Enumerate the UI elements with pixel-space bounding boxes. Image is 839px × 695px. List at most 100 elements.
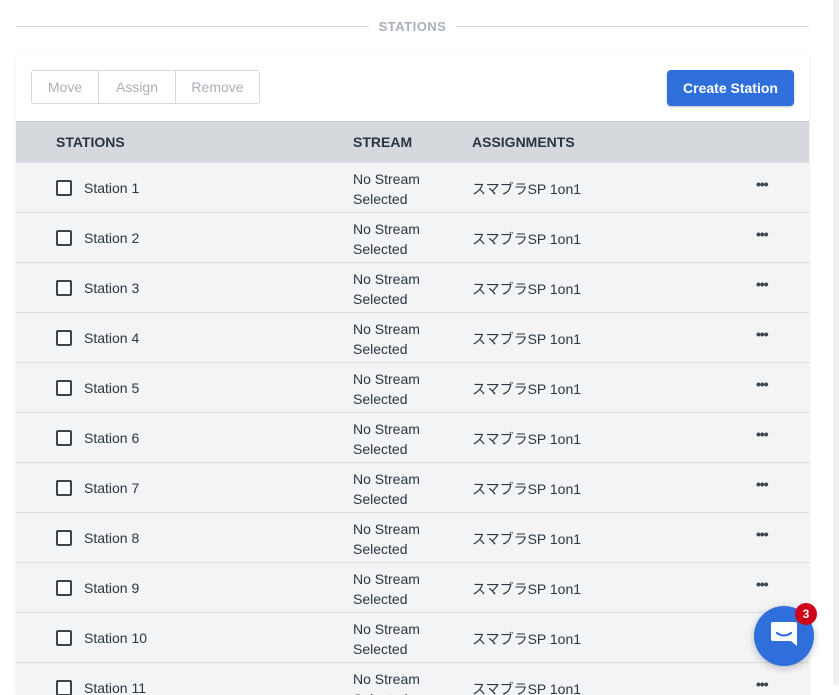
stream-status: No Stream Selected (353, 569, 443, 609)
stream-status-line1: No Stream (353, 671, 420, 687)
row-checkbox[interactable] (56, 580, 72, 596)
row-checkbox[interactable] (56, 430, 72, 446)
station-name: Station 1 (84, 180, 140, 196)
table-body: Station 1 No Stream Selected スマブラSP 1on1 •••… (16, 162, 809, 695)
row-checkbox[interactable] (56, 180, 72, 196)
more-options-icon[interactable]: ••• (756, 326, 769, 342)
stations-card: Move Assign Remove Create Station STATIO… (16, 55, 809, 695)
page-scrollbar[interactable] (833, 0, 839, 685)
more-options-icon[interactable]: ••• (756, 676, 769, 692)
station-name: Station 4 (84, 330, 140, 346)
stream-status-line2: Selected (353, 641, 408, 657)
row-checkbox[interactable] (56, 480, 72, 496)
assignment-label: スマブラSP 1on1 (472, 681, 582, 695)
station-name: Station 8 (84, 530, 140, 546)
stream-status: No Stream Selected (353, 519, 443, 559)
assignment-label: スマブラSP 1on1 (472, 231, 582, 247)
move-button[interactable]: Move (32, 71, 99, 103)
stream-status: No Stream Selected (353, 619, 443, 659)
stream-status-line2: Selected (353, 441, 408, 457)
row-checkbox[interactable] (56, 530, 72, 546)
stream-status: No Stream Selected (353, 269, 443, 309)
assignment-label: スマブラSP 1on1 (472, 631, 582, 647)
more-options-icon[interactable]: ••• (756, 476, 769, 492)
section-divider: STATIONS (16, 14, 810, 38)
table-row[interactable]: Station 3 No Stream Selected スマブラSP 1on1 ••• (16, 262, 809, 312)
stream-status-line2: Selected (353, 491, 408, 507)
assignment-label: スマブラSP 1on1 (472, 181, 582, 197)
more-options-icon[interactable]: ••• (756, 576, 769, 592)
stream-status-line1: No Stream (353, 371, 420, 387)
assignment-label: スマブラSP 1on1 (472, 381, 582, 397)
table-row[interactable]: Station 7 No Stream Selected スマブラSP 1on1 ••• (16, 462, 809, 512)
assignment-label: スマブラSP 1on1 (472, 281, 582, 297)
station-name: Station 5 (84, 380, 140, 396)
stream-status-line1: No Stream (353, 621, 420, 637)
row-checkbox[interactable] (56, 680, 72, 695)
assignment-label: スマブラSP 1on1 (472, 581, 582, 597)
stream-status: No Stream Selected (353, 319, 443, 359)
row-checkbox[interactable] (56, 630, 72, 646)
divider-line-right (456, 25, 810, 27)
divider-line-left (16, 25, 369, 27)
toolbar: Move Assign Remove Create Station (16, 55, 809, 121)
more-options-icon[interactable]: ••• (756, 376, 769, 392)
stream-status-line1: No Stream (353, 221, 420, 237)
table-row[interactable]: Station 9 No Stream Selected スマブラSP 1on1 ••• (16, 562, 809, 612)
chat-bubble-icon (769, 620, 799, 653)
station-name: Station 6 (84, 430, 140, 446)
table-row[interactable]: Station 2 No Stream Selected スマブラSP 1on1 ••• (16, 212, 809, 262)
more-options-icon[interactable]: ••• (756, 426, 769, 442)
station-name: Station 7 (84, 480, 140, 496)
table-row[interactable]: Station 8 No Stream Selected スマブラSP 1on1 ••• (16, 512, 809, 562)
stream-status-line1: No Stream (353, 171, 420, 187)
stream-status-line1: No Stream (353, 571, 420, 587)
more-options-icon[interactable]: ••• (756, 176, 769, 192)
stream-status-line1: No Stream (353, 471, 420, 487)
station-name: Station 9 (84, 580, 140, 596)
table-row[interactable]: Station 10No StreamSelectedスマブラSP 1on1••… (16, 612, 809, 662)
stream-status-line2: Selected (353, 341, 408, 357)
stream-status-line2: Selected (353, 689, 443, 695)
table-row[interactable]: Station 5 No Stream Selected スマブラSP 1on1 ••• (16, 362, 809, 412)
row-checkbox[interactable] (56, 330, 72, 346)
assignment-label: スマブラSP 1on1 (472, 431, 582, 447)
header-stream[interactable]: STREAM (353, 134, 412, 150)
row-checkbox[interactable] (56, 280, 72, 296)
assignment-label: スマブラSP 1on1 (472, 531, 582, 547)
row-checkbox[interactable] (56, 380, 72, 396)
stream-status-line2: Selected (353, 391, 408, 407)
header-assignments[interactable]: ASSIGNMENTS (472, 134, 575, 150)
stream-status: No Stream Selected (353, 219, 443, 259)
stream-status-line1: No Stream (353, 271, 420, 287)
station-name: Station 3 (84, 280, 140, 296)
bulk-action-group: Move Assign Remove (31, 70, 260, 104)
table-row[interactable]: Station 11 No Stream Selected スマブラSP 1on1 ••… (16, 662, 809, 695)
table-row[interactable]: Station 1 No Stream Selected スマブラSP 1on1 ••• (16, 162, 809, 212)
station-name: Station 2 (84, 230, 140, 246)
assignment-label: スマブラSP 1on1 (472, 331, 582, 347)
station-name: Station 10 (84, 630, 148, 646)
stream-status-line2: Selected (353, 191, 408, 207)
chat-notification-badge: 3 (795, 603, 817, 625)
stream-status: No Stream Selected (353, 469, 443, 509)
table-row[interactable]: Station 4 No Stream Selected スマブラSP 1on1 ••• (16, 312, 809, 362)
station-name: Station 11 (84, 680, 147, 695)
stream-status: No Stream Selected (353, 169, 443, 209)
stream-status-line1: No Stream (353, 421, 420, 437)
assign-button[interactable]: Assign (99, 71, 176, 103)
more-options-icon[interactable]: ••• (756, 226, 769, 242)
table-header: STATIONS STREAM ASSIGNMENTS (16, 121, 809, 162)
row-checkbox[interactable] (56, 230, 72, 246)
create-station-button[interactable]: Create Station (667, 70, 794, 106)
section-title: STATIONS (378, 18, 447, 34)
header-stations[interactable]: STATIONS (56, 134, 125, 150)
stream-status-line1: No Stream (353, 321, 420, 337)
stream-status-line2: Selected (353, 291, 408, 307)
more-options-icon[interactable]: ••• (756, 276, 769, 292)
table-row[interactable]: Station 6 No Stream Selected スマブラSP 1on1 ••• (16, 412, 809, 462)
stream-status-line2: Selected (353, 541, 408, 557)
stream-status-line2: Selected (353, 591, 408, 607)
remove-button[interactable]: Remove (176, 71, 259, 103)
more-options-icon[interactable]: ••• (756, 526, 769, 542)
